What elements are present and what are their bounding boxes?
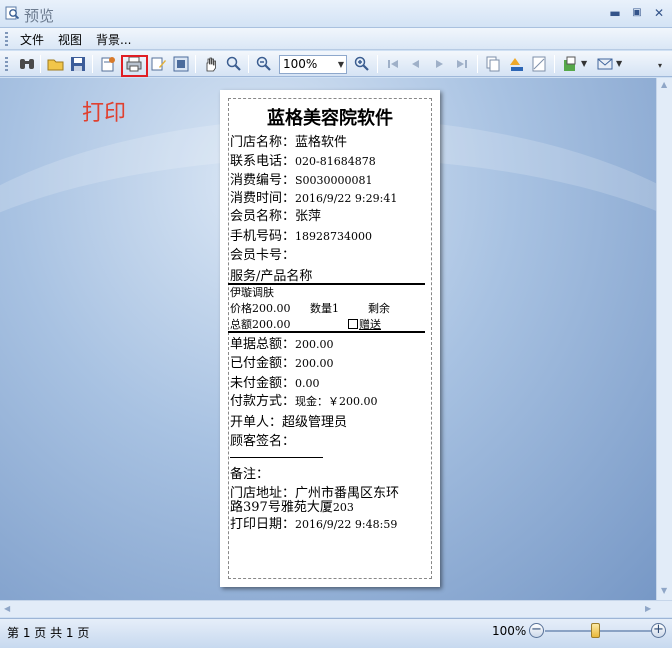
zoom-combo-value: 100% bbox=[283, 57, 318, 71]
consume-no-row: 消费编号：S0030000081 bbox=[230, 173, 373, 188]
zoom-percentage: 100% bbox=[492, 624, 527, 638]
close-button[interactable]: ✕ bbox=[650, 4, 668, 22]
paid-row: 已付金额：200.00 bbox=[230, 356, 334, 371]
menu-background[interactable]: 背景... bbox=[96, 31, 131, 48]
minimize-button[interactable]: ▬ bbox=[606, 4, 624, 22]
operator-row: 开单人：超级管理员 bbox=[230, 415, 348, 430]
gift-checkbox-row: 赠送 bbox=[348, 316, 381, 332]
watermark-icon[interactable] bbox=[530, 55, 548, 73]
toolbar-separator bbox=[92, 55, 93, 73]
zoom-in-button[interactable]: + bbox=[651, 623, 666, 638]
item-price: 价格200.00 bbox=[230, 302, 291, 315]
pay-method-row: 付款方式：现金：￥200.00 bbox=[230, 394, 378, 409]
zoom-in-icon[interactable] bbox=[353, 55, 371, 73]
member-card-row: 会员卡号： bbox=[230, 248, 296, 263]
remarks-row: 备注： bbox=[230, 467, 270, 482]
toolbar-grip[interactable] bbox=[5, 57, 8, 71]
zoom-out-button[interactable]: − bbox=[529, 623, 544, 638]
chevron-down-icon[interactable]: ▼ bbox=[338, 56, 344, 73]
toolbar-separator bbox=[477, 55, 478, 73]
magnifier-icon[interactable] bbox=[225, 55, 243, 73]
zoom-slider-thumb[interactable] bbox=[591, 623, 600, 638]
hand-tool-icon[interactable] bbox=[202, 55, 220, 73]
window-title: 预览 bbox=[24, 7, 55, 25]
zoom-out-icon[interactable] bbox=[255, 55, 273, 73]
print-date-row: 打印日期：2016/9/22 9:48:59 bbox=[230, 517, 398, 532]
menu-file[interactable]: 文件 bbox=[20, 31, 44, 48]
mobile-row: 手机号码：18928734000 bbox=[230, 229, 372, 244]
scroll-up-icon[interactable]: ▲ bbox=[661, 80, 667, 89]
status-bar: 第 1 页 共 1 页 100% − + bbox=[0, 618, 672, 648]
title-bar: 预览 ▬ ▣ ✕ bbox=[0, 0, 672, 28]
next-page-icon[interactable] bbox=[430, 55, 448, 73]
binoculars-icon[interactable] bbox=[18, 55, 36, 73]
receipt-title: 蓝格美容院软件 bbox=[267, 108, 393, 129]
item-total: 总额200.00 bbox=[230, 318, 291, 331]
bill-total-row: 单据总额：200.00 bbox=[230, 337, 334, 352]
item-name: 伊璇调肤 bbox=[230, 286, 274, 299]
first-page-icon[interactable] bbox=[384, 55, 402, 73]
email-icon[interactable] bbox=[596, 55, 614, 73]
gift-checkbox bbox=[348, 319, 358, 329]
toolbar-overflow-icon[interactable]: ▾ bbox=[658, 55, 672, 73]
phone-row: 联系电话：020-81684878 bbox=[230, 154, 376, 169]
item-quantity: 数量1 bbox=[310, 302, 339, 315]
scroll-down-icon[interactable]: ▼ bbox=[661, 586, 667, 595]
print-button-highlight bbox=[121, 55, 148, 77]
horizontal-scrollbar[interactable]: ◀ ▶ bbox=[0, 600, 672, 617]
receipt-page: 蓝格美容院软件 门店名称：蓝格软件 联系电话：020-81684878 消费编号… bbox=[220, 90, 440, 587]
multiple-pages-icon[interactable] bbox=[484, 55, 502, 73]
product-header: 服务/产品名称 bbox=[230, 269, 313, 284]
export-icon[interactable] bbox=[561, 55, 579, 73]
fit-page-icon[interactable] bbox=[172, 55, 190, 73]
item-remaining: 剩余 bbox=[368, 302, 390, 315]
toolbar-separator bbox=[248, 55, 249, 73]
unpaid-row: 未付金额：0.00 bbox=[230, 376, 320, 391]
vertical-scrollbar[interactable]: ▲ ▼ bbox=[656, 78, 672, 600]
toolbar: 100% ▼ ▼ ▼ ▾ bbox=[0, 51, 672, 77]
page-color-icon[interactable] bbox=[507, 55, 525, 73]
toolbar-separator bbox=[377, 55, 378, 73]
consume-time-row: 消费时间：2016/9/22 9:29:41 bbox=[230, 191, 398, 206]
preview-app-icon bbox=[5, 6, 20, 20]
page-indicator: 第 1 页 共 1 页 bbox=[7, 626, 90, 640]
last-page-icon[interactable] bbox=[453, 55, 471, 73]
toolbar-separator bbox=[195, 55, 196, 73]
menu-view[interactable]: 视图 bbox=[58, 31, 82, 48]
previous-page-icon[interactable] bbox=[407, 55, 425, 73]
toolbar-separator bbox=[554, 55, 555, 73]
member-name-row: 会员名称：张萍 bbox=[230, 209, 322, 224]
menu-bar: 文件 视图 背景... bbox=[0, 28, 672, 50]
scroll-right-icon[interactable]: ▶ bbox=[645, 604, 651, 613]
menu-grip[interactable] bbox=[5, 32, 8, 46]
open-folder-icon[interactable] bbox=[47, 55, 65, 73]
toolbar-separator bbox=[40, 55, 41, 73]
store-name-row: 门店名称：蓝格软件 bbox=[230, 135, 348, 150]
print-annotation: 打印 bbox=[82, 101, 127, 126]
signature-row: 顾客签名： bbox=[230, 434, 296, 449]
maximize-button[interactable]: ▣ bbox=[628, 4, 646, 22]
print-options-icon[interactable] bbox=[149, 55, 167, 73]
page-setup-icon[interactable] bbox=[99, 55, 117, 73]
email-dropdown-icon[interactable]: ▼ bbox=[616, 55, 634, 73]
scroll-left-icon[interactable]: ◀ bbox=[4, 604, 10, 613]
signature-line bbox=[230, 457, 323, 458]
zoom-combo[interactable]: 100% ▼ bbox=[279, 55, 347, 74]
save-disk-icon[interactable] bbox=[69, 55, 87, 73]
